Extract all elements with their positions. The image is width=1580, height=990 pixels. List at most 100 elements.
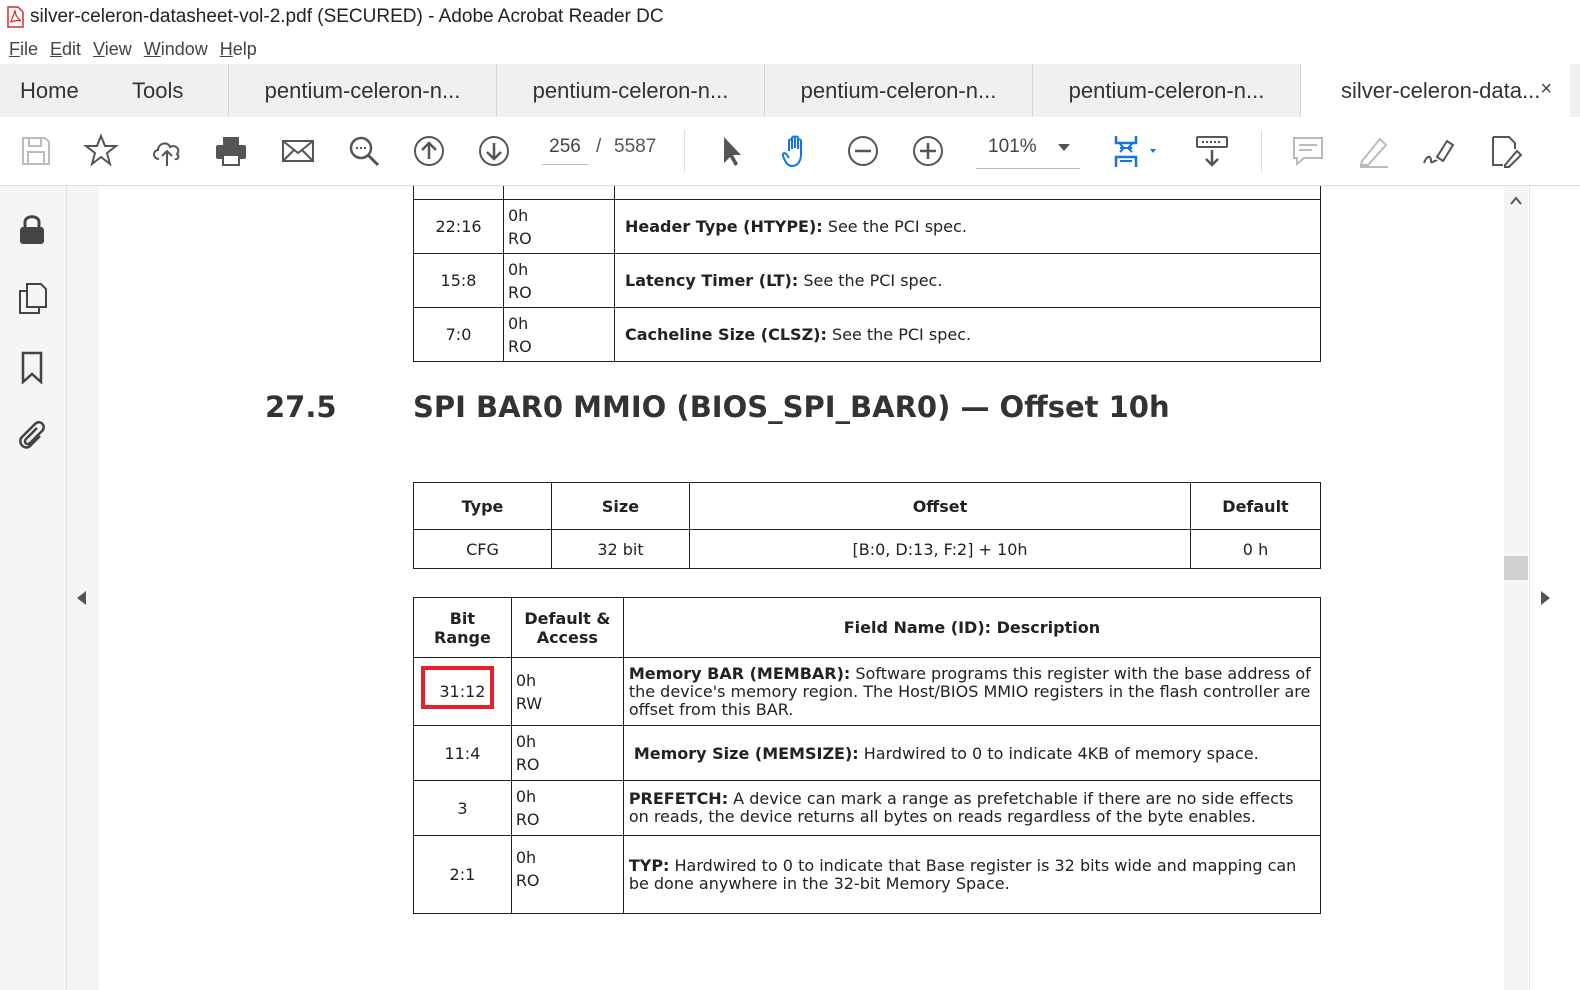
column-header: Type: [413, 482, 552, 530]
comment-icon[interactable]: [1290, 133, 1326, 169]
previous-page-arrow-icon[interactable]: [77, 591, 86, 605]
table-row: 22:16 0h RO Header Type (HTYPE): See the …: [413, 199, 1321, 254]
menu-edit[interactable]: Edit: [50, 39, 81, 60]
tab-document-active[interactable]: silver-celeron-data... ×: [1300, 64, 1570, 117]
menu-bar: File Edit View Window Help: [0, 34, 1580, 64]
menu-window[interactable]: Window: [144, 39, 208, 60]
register-fields-table: Bit Range Default & Access Field Name (I…: [413, 597, 1322, 914]
tab-document[interactable]: pentium-celeron-n...: [764, 64, 1032, 117]
bookmark-icon[interactable]: [15, 350, 49, 385]
description-cell: TYP: Hardwired to 0 to indicate that Bas…: [622, 835, 1322, 914]
page-total: 5587: [614, 136, 657, 157]
toolbar-divider: [1261, 130, 1262, 172]
tab-document[interactable]: pentium-celeron-n...: [1032, 64, 1300, 117]
column-header: Default: [1190, 482, 1321, 530]
scrollbar-thumb[interactable]: [1504, 556, 1528, 580]
bit-range-cell: 11:4: [413, 725, 512, 781]
tab-tools[interactable]: Tools: [112, 64, 214, 117]
description-cell: Latency Timer (LT): See the PCI spec.: [614, 253, 1321, 308]
save-icon[interactable]: [18, 133, 54, 169]
edit-pdf-icon[interactable]: [1487, 133, 1523, 169]
table-row: 7:0 0h RO Cacheline Size (CLSZ): See the …: [413, 307, 1321, 362]
section-number: 27.5: [265, 390, 337, 424]
table-row: 11:4 0h RO Memory Size (MEMSIZE): Hardwir…: [413, 725, 1322, 781]
register-table-previous: 22:16 0h RO Header Type (HTYPE): See the …: [413, 186, 1321, 362]
section-title: SPI BAR0 MMIO (BIOS_SPI_BAR0) — Offset 1…: [413, 390, 1170, 424]
table-row: 15:8 0h RO Latency Timer (LT): See the PC…: [413, 253, 1321, 308]
chevron-down-icon: [1058, 144, 1070, 151]
zoom-in-icon[interactable]: [910, 133, 946, 169]
mail-icon[interactable]: [280, 133, 316, 169]
right-pane-rail: [1529, 186, 1580, 990]
attachment-icon[interactable]: [15, 418, 49, 452]
bit-range-cell: 2:1: [413, 835, 512, 914]
left-nav-rail: [0, 186, 67, 990]
next-page-arrow-icon[interactable]: [1541, 591, 1550, 605]
toolbar: [0, 117, 1580, 186]
tab-document[interactable]: pentium-celeron-n...: [496, 64, 764, 117]
bit-range-cell: 3: [413, 780, 512, 836]
column-header: Field Name (ID): Description: [622, 597, 1322, 658]
table-row: CFG 32 bit [B:0, D:13, F:2] + 10h 0 h: [413, 529, 1321, 569]
zoom-select[interactable]: 101%: [976, 130, 1080, 169]
column-header: Size: [551, 482, 690, 530]
menu-help[interactable]: Help: [220, 39, 257, 60]
tab-document[interactable]: pentium-celeron-n...: [228, 64, 496, 117]
bit-range-cell: 15:8: [413, 253, 504, 308]
register-summary-table: Type Size Offset Default CFG 32 bit [B:0…: [413, 482, 1321, 569]
default-access-cell: 0h RO: [503, 199, 615, 254]
cloud-upload-icon[interactable]: [149, 133, 185, 169]
column-header: Default & Access: [510, 597, 624, 658]
column-header: Bit Range: [413, 597, 512, 658]
toolbar-divider: [684, 130, 685, 172]
pdf-file-icon: [7, 6, 24, 28]
menu-view[interactable]: View: [93, 39, 132, 60]
bit-range-cell: 22:16: [413, 199, 504, 254]
table-cell: 32 bit: [551, 529, 690, 569]
description-cell: Header Type (HTYPE): See the PCI spec.: [614, 199, 1321, 254]
lock-icon[interactable]: [15, 212, 49, 246]
description-cell: Cacheline Size (CLSZ): See the PCI spec.: [614, 307, 1321, 362]
default-access-cell: 0h RO: [503, 253, 615, 308]
page-number-input[interactable]: 256: [542, 130, 588, 165]
fit-page-icon[interactable]: [1110, 133, 1162, 169]
tab-bar: Home Tools pentium-celeron-n... pentium-…: [0, 64, 1580, 118]
title-bar: silver-celeron-datasheet-vol-2.pdf (SECU…: [0, 0, 1580, 34]
pages-icon[interactable]: [15, 281, 49, 315]
column-header: Offset: [689, 482, 1191, 530]
left-gutter: [67, 186, 99, 990]
default-access-cell: 0h RO: [510, 835, 624, 914]
highlight-annotation-box: [421, 666, 494, 709]
hand-tool-icon[interactable]: [779, 133, 815, 169]
sign-icon[interactable]: [1421, 133, 1457, 169]
table-row: 3 0h RO PREFETCH: A device can mark a ran…: [413, 780, 1322, 836]
table-row: 2:1 0h RO TYP: Hardwired to 0 to indicate…: [413, 835, 1322, 914]
scroll-mode-icon[interactable]: [1194, 133, 1230, 169]
default-access-cell: 0h RO: [503, 307, 615, 362]
document-page: 22:16 0h RO Header Type (HTYPE): See the …: [99, 186, 1504, 990]
page-down-icon[interactable]: [476, 133, 512, 169]
tab-active-label: silver-celeron-data...: [1341, 77, 1541, 103]
description-cell: Memory Size (MEMSIZE): Hardwired to 0 to…: [622, 725, 1322, 781]
table-cell: 0 h: [1190, 529, 1321, 569]
page-up-icon[interactable]: [411, 133, 447, 169]
vertical-scrollbar[interactable]: [1504, 186, 1528, 990]
description-cell: PREFETCH: A device can mark a range as p…: [622, 780, 1322, 836]
tab-home[interactable]: Home: [0, 64, 110, 117]
page-separator: /: [596, 136, 602, 157]
default-access-cell: 0h RO: [510, 780, 624, 836]
menu-file[interactable]: File: [9, 39, 38, 60]
default-access-cell: 0h RW: [510, 657, 624, 726]
star-icon[interactable]: [83, 133, 119, 169]
search-icon[interactable]: [346, 133, 382, 169]
scroll-up-icon[interactable]: [1510, 195, 1522, 207]
highlight-pen-icon[interactable]: [1356, 133, 1392, 169]
close-icon[interactable]: ×: [1540, 78, 1552, 101]
zoom-out-icon[interactable]: [845, 133, 881, 169]
print-icon[interactable]: [213, 133, 249, 169]
default-access-cell: 0h RO: [510, 725, 624, 781]
description-cell: Memory BAR (MEMBAR): Software programs t…: [622, 657, 1322, 726]
bit-range-cell: 7:0: [413, 307, 504, 362]
table-cell: CFG: [413, 529, 552, 569]
select-cursor-icon[interactable]: [714, 133, 750, 169]
